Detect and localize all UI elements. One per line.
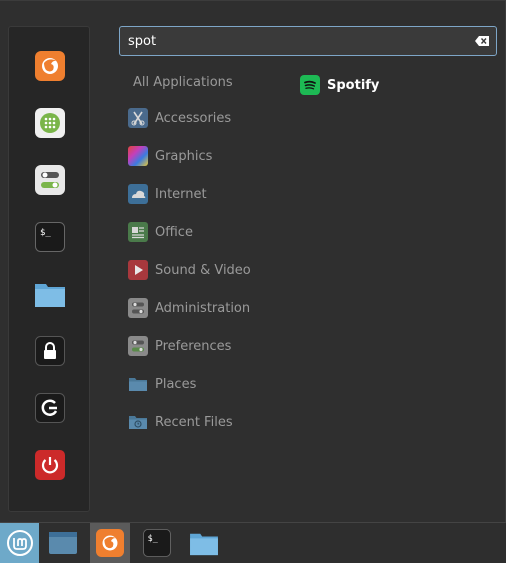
fav-terminal[interactable]: $_ [34, 221, 66, 253]
taskbar-firefox[interactable] [90, 523, 130, 563]
show-desktop-icon [49, 532, 77, 554]
category-sound-video[interactable]: Sound & Video [128, 257, 288, 283]
category-label: Places [155, 376, 197, 392]
category-office[interactable]: Office [128, 219, 288, 245]
fav-power[interactable] [34, 449, 66, 481]
graphics-icon [128, 146, 148, 166]
system-settings-icon [35, 165, 65, 195]
category-preferences[interactable]: Preferences [128, 333, 288, 359]
spotify-icon [300, 75, 320, 95]
files-icon [35, 284, 65, 307]
category-label: Preferences [155, 338, 232, 354]
administration-icon [128, 298, 148, 318]
svg-text:$_: $_ [40, 228, 51, 238]
category-label: Internet [155, 186, 207, 202]
accessories-icon [128, 108, 148, 128]
clear-search-button[interactable] [474, 33, 490, 49]
recent-files-icon [128, 412, 148, 432]
fav-logout[interactable] [34, 392, 66, 424]
category-places[interactable]: Places [128, 371, 288, 397]
office-icon [128, 222, 148, 242]
software-manager-icon [35, 108, 65, 138]
application-menu: $_ spot All Applications Accessories Gra… [0, 0, 506, 522]
category-all-applications[interactable]: All Applications [133, 75, 233, 90]
lock-screen-icon [35, 336, 65, 366]
mint-menu-icon [6, 530, 33, 556]
sound-video-icon [128, 260, 148, 280]
terminal-icon: $_ [35, 222, 65, 252]
terminal-icon: $_ [143, 529, 171, 557]
taskbar-files[interactable] [184, 523, 224, 563]
category-label: Accessories [155, 110, 232, 126]
clear-icon [475, 36, 489, 46]
category-label: Office [155, 224, 193, 240]
files-icon [190, 533, 218, 556]
places-icon [128, 374, 148, 394]
favorites-sidebar: $_ [8, 26, 90, 512]
firefox-icon [35, 51, 65, 81]
fav-lock-screen[interactable] [34, 335, 66, 367]
category-label: Recent Files [155, 414, 233, 430]
internet-icon [128, 184, 148, 204]
category-label: Administration [155, 300, 251, 316]
category-recent-files[interactable]: Recent Files [128, 409, 288, 435]
search-input[interactable] [128, 27, 458, 55]
category-accessories[interactable]: Accessories [128, 105, 288, 131]
mint-menu-button[interactable] [0, 523, 39, 563]
category-label: Sound & Video [155, 262, 251, 278]
logout-icon [35, 393, 65, 423]
fav-files[interactable] [34, 278, 66, 310]
taskbar: $_ [0, 522, 506, 563]
preferences-icon [128, 336, 148, 356]
result-label: Spotify [327, 77, 380, 93]
fav-firefox[interactable] [34, 50, 66, 82]
category-graphics[interactable]: Graphics [128, 143, 288, 169]
svg-text:$_: $_ [148, 533, 159, 543]
category-internet[interactable]: Internet [128, 181, 288, 207]
search-result-spotify[interactable]: Spotify [300, 75, 379, 95]
category-label: Graphics [155, 148, 213, 164]
firefox-icon [96, 529, 124, 557]
search-box [119, 26, 497, 56]
power-icon [35, 450, 65, 480]
category-administration[interactable]: Administration [128, 295, 288, 321]
fav-software-manager[interactable] [34, 107, 66, 139]
taskbar-terminal[interactable]: $_ [137, 523, 177, 563]
fav-system-settings[interactable] [34, 164, 66, 196]
show-desktop-button[interactable] [42, 523, 84, 563]
